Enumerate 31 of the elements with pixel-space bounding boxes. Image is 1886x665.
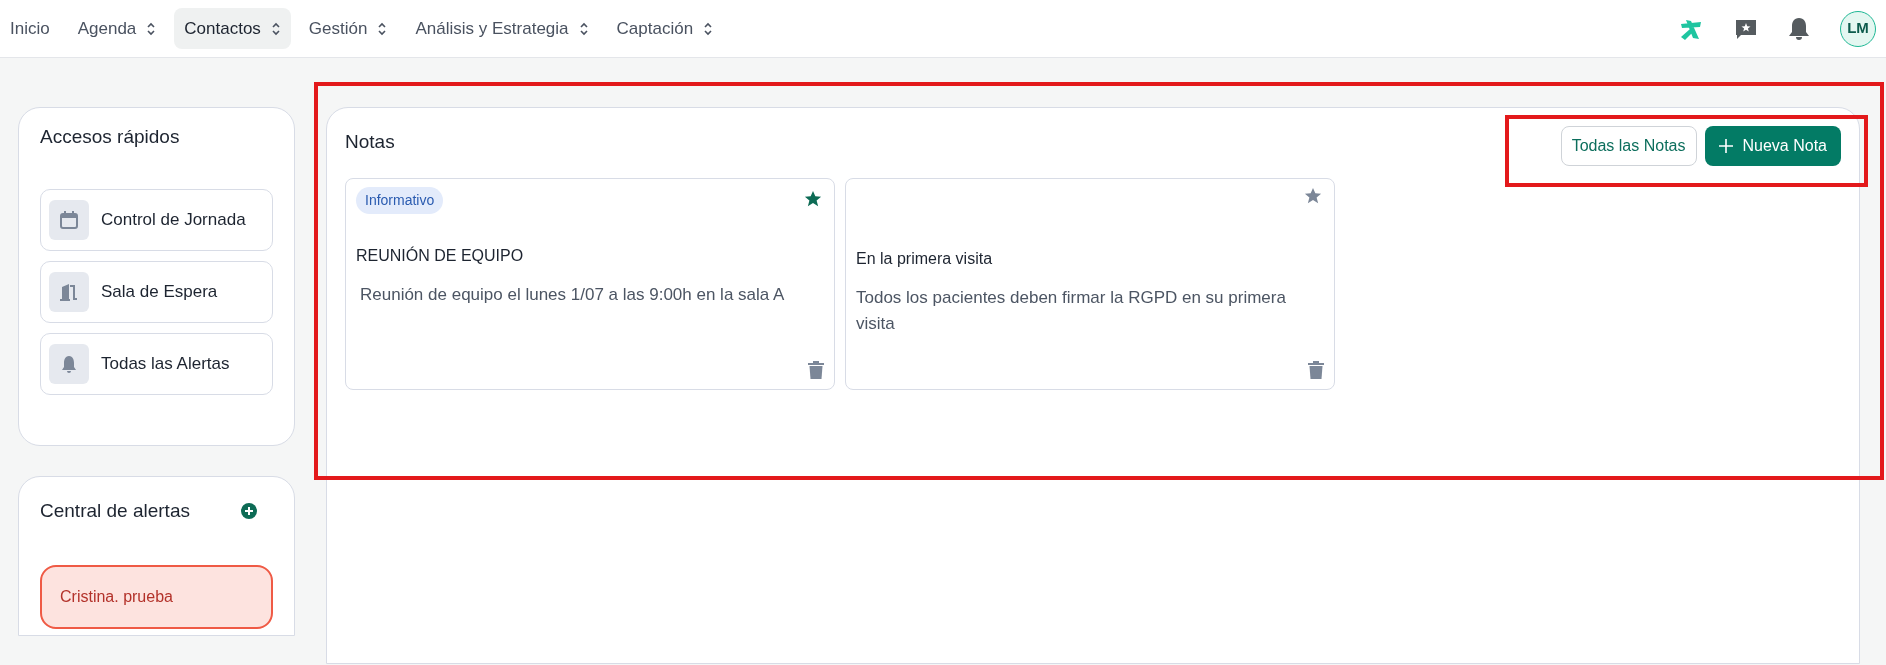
nav-tab[interactable]: Captación [606, 7, 724, 50]
nav-tab[interactable]: Contactos [174, 7, 291, 50]
alert-item[interactable]: Cristina. prueba [40, 565, 273, 630]
new-note-button[interactable]: Nueva Nota [1704, 126, 1841, 166]
star-icon[interactable] [804, 190, 822, 208]
nav-tab[interactable]: Análisis y Estrategia [405, 7, 599, 50]
bell-icon [59, 353, 79, 374]
add-icon[interactable] [241, 503, 257, 520]
note-title: En la primera visita [856, 249, 994, 269]
quick-access-item[interactable]: Sala de Espera [40, 260, 273, 323]
tag-label: Informativo [356, 187, 444, 214]
door-icon [59, 281, 79, 302]
plus-icon [1718, 139, 1733, 153]
user-avatar[interactable]: LM [1840, 10, 1876, 47]
note-text: Reunión de equipo el lunes 1/07 a las 9:00h en la sala A [359, 284, 786, 306]
note-text: Todos los pacientes deben firmar la RGPD en su primera visita [856, 287, 1287, 336]
panel-title: Notas [345, 130, 395, 154]
trash-icon[interactable] [1308, 361, 1324, 379]
nav-tab[interactable]: Gestión [298, 7, 398, 50]
card-title: Accesos rápidos [40, 126, 181, 149]
trash-icon[interactable] [808, 361, 824, 379]
all-notes-button[interactable]: Todas las Notas [1560, 126, 1697, 166]
bell-icon[interactable] [1788, 16, 1810, 41]
nav-tab[interactable]: Inicio [0, 7, 60, 50]
note-title: REUNIÓN DE EQUIPO [356, 245, 525, 266]
quick-access-item[interactable]: Control de Jornada [40, 188, 273, 251]
quick-access-item[interactable]: Todas las Alertas [40, 332, 273, 395]
star-icon[interactable] [1304, 187, 1322, 205]
calendar-icon [59, 209, 79, 230]
card-title: Central de alertas [40, 498, 190, 523]
nav-tab[interactable]: Agenda [67, 7, 167, 50]
